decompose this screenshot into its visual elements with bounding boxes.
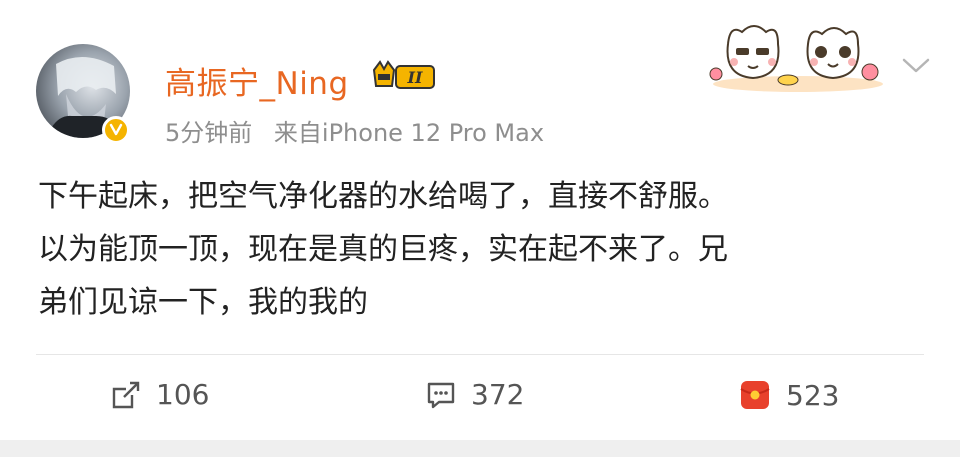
vip-crown-icon: II bbox=[372, 60, 435, 89]
chevron-down-icon bbox=[902, 58, 930, 73]
cat-sticker-icon bbox=[709, 25, 883, 92]
more-options-button[interactable] bbox=[900, 56, 932, 80]
verified-badge-icon bbox=[102, 116, 130, 144]
post-text-line: 下午起床，把空气净化器的水给喝了，直接不舒服。 bbox=[38, 179, 728, 214]
post-text: 下午起床，把空气净化器的水给喝了，直接不舒服。 以为能顶一顶，现在是真的巨疼，实… bbox=[38, 170, 918, 329]
vip-level-label: II bbox=[407, 68, 423, 87]
comment-count: 372 bbox=[471, 378, 525, 411]
post-source[interactable]: 来自iPhone 12 Pro Max bbox=[274, 119, 544, 147]
post-time: 5分钟前 bbox=[165, 119, 253, 147]
sticker-decoration bbox=[708, 14, 888, 98]
weibo-post-card: 高振宁_Ning II 5分钟前 来自iPhone 12 Pro Max 下午起… bbox=[0, 0, 960, 440]
comment-button[interactable]: 372 bbox=[425, 378, 524, 411]
repost-icon bbox=[112, 381, 140, 408]
like-button[interactable]: 523 bbox=[738, 378, 839, 412]
divider bbox=[36, 354, 924, 355]
bottom-strip bbox=[0, 440, 960, 457]
repost-button[interactable]: 106 bbox=[110, 378, 209, 411]
vip-badge[interactable]: II bbox=[370, 60, 438, 96]
post-text-line: 以为能顶一顶，现在是真的巨疼，实在起不来了。兄 bbox=[38, 232, 728, 267]
red-packet-like-icon bbox=[740, 381, 770, 409]
repost-count: 106 bbox=[156, 378, 210, 411]
post-meta: 5分钟前 来自iPhone 12 Pro Max bbox=[165, 113, 558, 148]
comment-icon bbox=[427, 382, 455, 408]
like-count: 523 bbox=[786, 378, 840, 412]
username[interactable]: 高振宁_Ning bbox=[165, 58, 349, 103]
post-text-line: 弟们见谅一下，我的我的 bbox=[38, 285, 368, 320]
